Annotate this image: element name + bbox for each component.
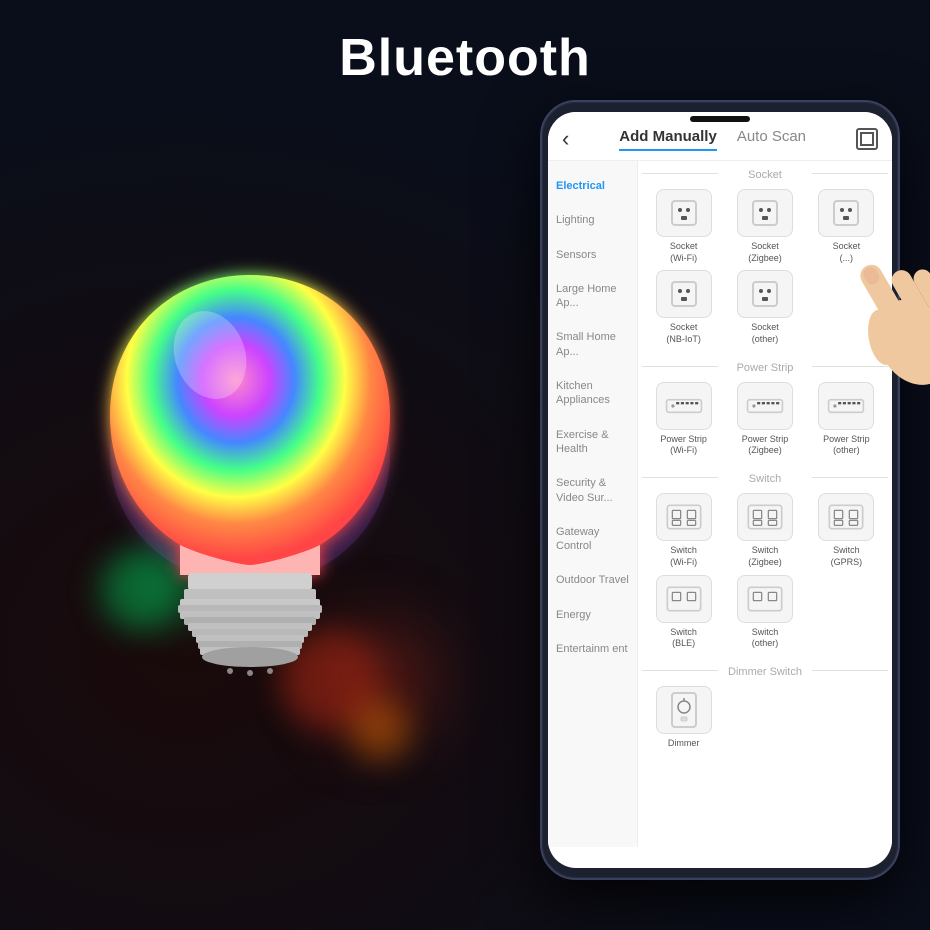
header-row: ‹ Add Manually Auto Scan — [562, 126, 878, 152]
switch-grid: Switch(Wi-Fi) Switch(Zigbee) — [638, 489, 892, 658]
nav-exercise[interactable]: Exercise & Health — [548, 418, 637, 467]
section-socket: Socket — [638, 161, 892, 185]
nav-lighting[interactable]: Lighting — [548, 203, 637, 237]
switch-wifi-label: Switch(Wi-Fi) — [670, 545, 697, 568]
strip-zigbee-icon — [737, 382, 793, 430]
switch-ble-icon — [656, 575, 712, 623]
switch-other-icon — [737, 575, 793, 623]
section-dimmer: Dimmer Switch — [638, 658, 892, 682]
nav-kitchen[interactable]: Kitchen Appliances — [548, 369, 637, 418]
device-switch-other[interactable]: Switch(other) — [727, 575, 802, 650]
tab-auto-scan[interactable]: Auto Scan — [737, 128, 806, 151]
nav-energy[interactable]: Energy — [548, 598, 637, 632]
camera-notch — [690, 116, 750, 122]
device-switch-wifi[interactable]: Switch(Wi-Fi) — [646, 493, 721, 568]
hand-pointer — [825, 200, 930, 420]
dimmer-label: Dimmer — [668, 738, 700, 750]
socket-nbiot-label: Socket(NB-IoT) — [666, 322, 701, 345]
switch-gprs-icon — [818, 493, 874, 541]
device-socket-nbiot[interactable]: Socket(NB-IoT) — [646, 270, 721, 345]
device-switch-zigbee[interactable]: Switch(Zigbee) — [727, 493, 802, 568]
nav-entertainment[interactable]: Entertainm ent — [548, 632, 637, 666]
header-tabs: Add Manually Auto Scan — [619, 128, 806, 151]
switch-gprs-label: Switch(GPRS) — [831, 545, 863, 568]
dimmer-grid: Dimmer — [638, 682, 892, 758]
switch-zigbee-label: Switch(Zigbee) — [748, 545, 782, 568]
switch-zigbee-icon — [737, 493, 793, 541]
nav-sensors[interactable]: Sensors — [548, 238, 637, 272]
phone-container: ‹ Add Manually Auto Scan Electrical Ligh… — [540, 100, 900, 880]
socket-nbiot-icon — [656, 270, 712, 318]
strip-wifi-label: Power Strip(Wi-Fi) — [660, 434, 707, 457]
scan-icon[interactable] — [856, 128, 878, 150]
switch-ble-label: Switch(BLE) — [670, 627, 697, 650]
device-socket-wifi[interactable]: Socket(Wi-Fi) — [646, 189, 721, 264]
strip-wifi-icon — [656, 382, 712, 430]
tab-add-manually[interactable]: Add Manually — [619, 128, 717, 151]
nav-small-home[interactable]: Small Home Ap... — [548, 320, 637, 369]
page-title: Bluetooth — [0, 28, 930, 88]
nav-electrical[interactable]: Electrical — [548, 169, 637, 203]
device-switch-gprs[interactable]: Switch(GPRS) — [809, 493, 884, 568]
back-button[interactable]: ‹ — [562, 126, 569, 152]
nav-large-home[interactable]: Large Home Ap... — [548, 272, 637, 321]
left-nav: Electrical Lighting Sensors Large Home A… — [548, 161, 638, 847]
strip-other-label: Power Strip(other) — [823, 434, 870, 457]
socket-wifi-label: Socket(Wi-Fi) — [670, 241, 698, 264]
switch-other-label: Switch(other) — [752, 627, 779, 650]
socket-wifi-icon — [656, 189, 712, 237]
device-strip-zigbee[interactable]: Power Strip(Zigbee) — [727, 382, 802, 457]
device-strip-wifi[interactable]: Power Strip(Wi-Fi) — [646, 382, 721, 457]
strip-zigbee-label: Power Strip(Zigbee) — [742, 434, 789, 457]
section-switch: Switch — [638, 465, 892, 489]
socket-zigbee-label: Socket(Zigbee) — [748, 241, 782, 264]
socket-other-label: Socket(other) — [751, 322, 779, 345]
light-bulb — [80, 255, 420, 735]
nav-gateway[interactable]: Gateway Control — [548, 515, 637, 564]
nav-security[interactable]: Security & Video Sur... — [548, 466, 637, 515]
dimmer-icon — [656, 686, 712, 734]
bulb-area — [20, 80, 480, 910]
device-switch-ble[interactable]: Switch(BLE) — [646, 575, 721, 650]
socket-zigbee-icon — [737, 189, 793, 237]
device-socket-other[interactable]: Socket(other) — [727, 270, 802, 345]
device-dimmer[interactable]: Dimmer — [646, 686, 721, 750]
nav-outdoor[interactable]: Outdoor Travel — [548, 563, 637, 597]
socket-other-icon — [737, 270, 793, 318]
switch-wifi-icon — [656, 493, 712, 541]
device-socket-zigbee[interactable]: Socket(Zigbee) — [727, 189, 802, 264]
